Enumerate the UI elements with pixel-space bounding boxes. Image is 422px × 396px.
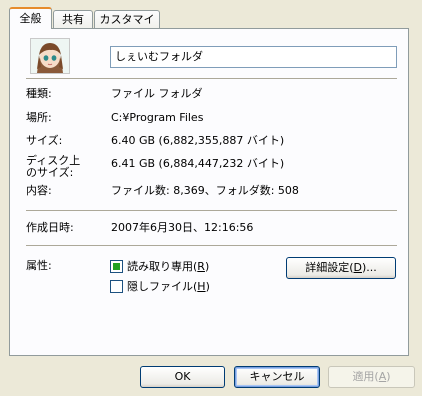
- apply-button[interactable]: 適用(A): [328, 366, 415, 388]
- general-tab-panel: しぇいむフォルダ 種類: ファイル フォルダ 場所: C:¥Program Fi…: [9, 28, 409, 356]
- contents-value: ファイル数: 8,369、フォルダ数: 508: [111, 184, 299, 197]
- readonly-checkbox[interactable]: [110, 259, 123, 273]
- advanced-button[interactable]: 詳細設定(D)...: [286, 257, 396, 279]
- hidden-checkbox-row[interactable]: 隠しファイル(H): [110, 278, 210, 294]
- ok-button[interactable]: OK: [140, 366, 225, 388]
- location-value: C:¥Program Files: [111, 111, 204, 124]
- cancel-button[interactable]: キャンセル: [234, 366, 320, 388]
- hidden-checkbox-label: 隠しファイル(H): [127, 280, 210, 293]
- folder-properties-dialog: 全般 共有 カスタマイズ しぇいむフォルダ 種類: ファイル フォルダ 場所: …: [0, 0, 422, 396]
- tab-general[interactable]: 全般: [9, 7, 52, 29]
- separator: [26, 245, 397, 246]
- tab-general-label: 全般: [19, 12, 42, 25]
- size-value: 6.40 GB (6,882,355,887 バイト): [111, 134, 285, 147]
- folder-avatar-image: [31, 39, 69, 73]
- type-value: ファイル フォルダ: [111, 87, 203, 100]
- size-on-disk-value: 6.41 GB (6,884,447,232 バイト): [111, 157, 285, 170]
- folder-icon: [30, 38, 70, 74]
- created-label: 作成日時:: [26, 221, 74, 234]
- type-label: 種類:: [26, 87, 52, 100]
- folder-name-input[interactable]: しぇいむフォルダ: [110, 46, 397, 68]
- location-label: 場所:: [26, 111, 52, 124]
- readonly-checkbox-row[interactable]: 読み取り専用(R): [110, 258, 209, 274]
- tab-customize[interactable]: カスタマイズ: [94, 10, 160, 44]
- size-on-disk-label: ディスク上 のサイズ:: [26, 154, 81, 179]
- size-label: サイズ:: [26, 134, 63, 147]
- separator: [26, 78, 397, 79]
- separator: [26, 210, 397, 211]
- created-value: 2007年6月30日、12:16:56: [111, 221, 254, 234]
- contents-label: 内容:: [26, 184, 52, 197]
- attributes-label: 属性:: [26, 259, 52, 272]
- hidden-checkbox[interactable]: [110, 279, 123, 293]
- tab-sharing-label: 共有: [62, 13, 84, 26]
- readonly-checkbox-label: 読み取り専用(R): [127, 260, 210, 273]
- tab-sharing[interactable]: 共有: [53, 10, 93, 28]
